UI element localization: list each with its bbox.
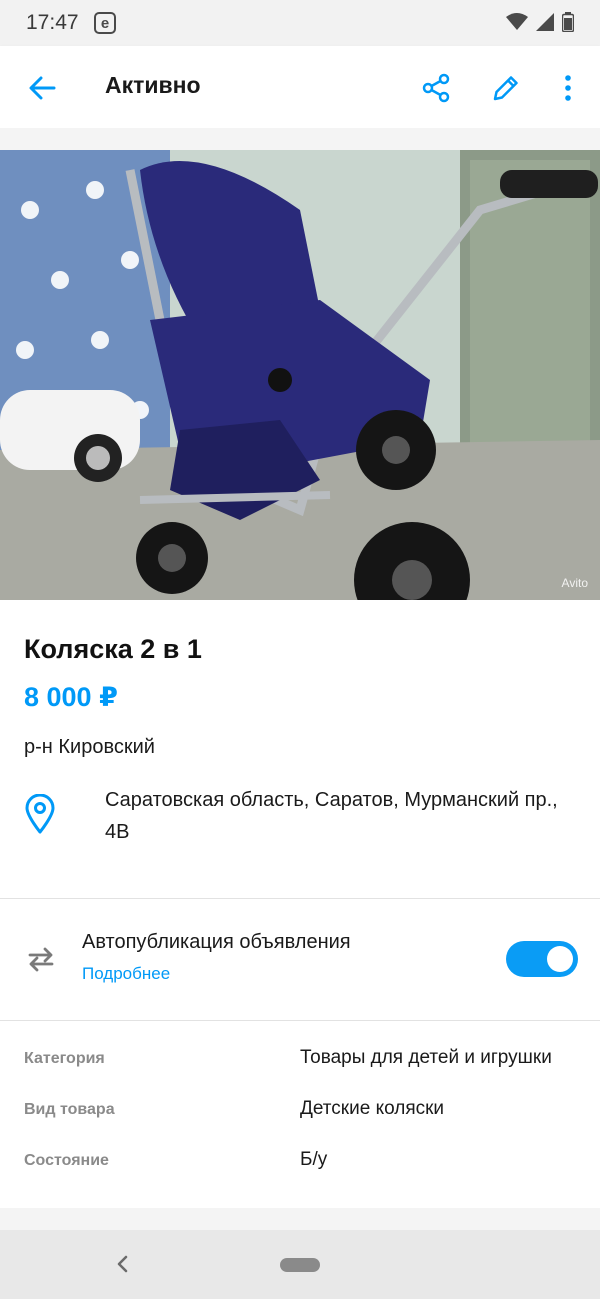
autopublish-toggle[interactable] <box>506 941 578 977</box>
nav-home-pill[interactable] <box>280 1258 320 1272</box>
stroller-photo-image <box>0 150 600 600</box>
autopublish-more-link[interactable]: Подробнее <box>82 964 170 984</box>
map-pin-icon <box>25 794 55 834</box>
pencil-icon <box>493 76 518 101</box>
section-spacer <box>0 1208 600 1230</box>
share-icon <box>422 73 450 103</box>
nav-back-button[interactable] <box>108 1250 136 1278</box>
signal-icon <box>536 13 554 31</box>
param-value-category: Товары для детей и игрушки <box>300 1047 552 1068</box>
listing-price: 8 000 ₽ <box>24 682 118 712</box>
edit-button[interactable] <box>484 66 528 110</box>
status-bar: 17:47 e <box>0 0 600 46</box>
share-button[interactable] <box>414 66 458 110</box>
page-title: Активно <box>105 72 201 98</box>
more-vertical-icon <box>565 75 571 101</box>
status-time: 17:47 <box>26 11 79 34</box>
chevron-left-icon <box>117 1255 128 1273</box>
app-bar: Активно <box>0 46 600 130</box>
param-label-condition: Состояние <box>24 1152 109 1169</box>
divider <box>0 1020 600 1021</box>
back-button[interactable] <box>20 66 64 110</box>
listing-photo[interactable]: Avito <box>0 150 600 600</box>
listing-address[interactable]: Саратовская область, Саратов, Мурманский… <box>105 784 585 848</box>
autopublish-label: Автопубликация объявления <box>82 931 351 953</box>
param-label-category: Категория <box>24 1050 105 1067</box>
photo-watermark: Avito <box>561 576 588 590</box>
app-notification-icon: e <box>94 12 116 34</box>
repeat-icon <box>28 947 54 972</box>
app-bar-spacer <box>0 128 600 150</box>
arrow-left-icon <box>29 76 56 100</box>
listing-title: Коляска 2 в 1 <box>24 634 202 664</box>
listing-district: р-н Кировский <box>24 736 155 758</box>
battery-icon <box>562 12 574 32</box>
param-value-type: Детские коляски <box>300 1098 445 1119</box>
param-value-condition: Б/у <box>300 1149 328 1170</box>
divider <box>0 898 600 899</box>
toggle-knob <box>547 946 573 972</box>
param-label-type: Вид товара <box>24 1101 115 1118</box>
system-nav-bar <box>0 1230 600 1299</box>
status-icons <box>506 12 574 32</box>
wifi-icon <box>506 13 528 30</box>
more-options-button[interactable] <box>546 66 590 110</box>
